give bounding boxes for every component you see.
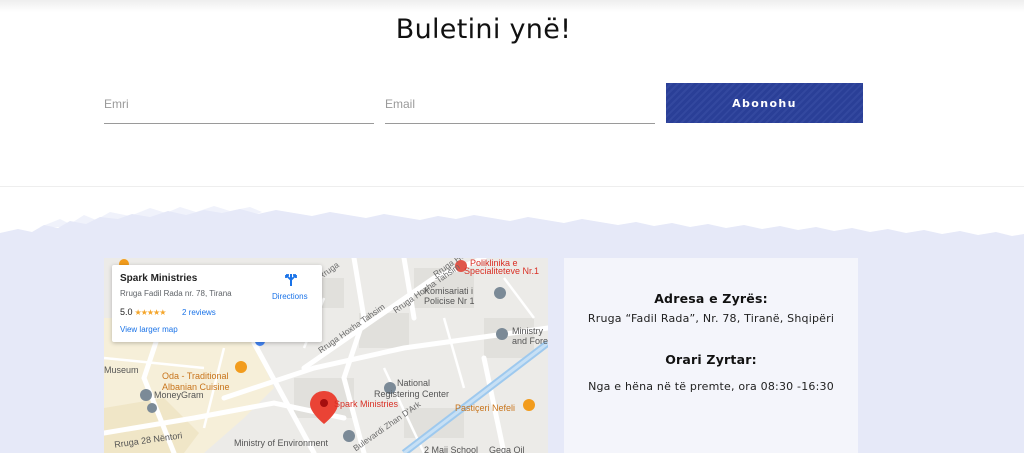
map-label-moneygram: MoneyGram bbox=[154, 390, 204, 400]
police-icon[interactable] bbox=[494, 287, 506, 299]
map-place-card: Spark Ministries Rruga Fadil Rada nr. 78… bbox=[112, 265, 322, 342]
map-label-ministry-environment: Ministry of Environment bbox=[234, 438, 329, 448]
rating-value: 5.0 bbox=[120, 307, 133, 317]
hours-heading: Orari Zyrtar: bbox=[665, 352, 757, 367]
map-label-ministry: Ministry bbox=[512, 326, 543, 336]
map-label-gega-oil: Gega Oil bbox=[489, 445, 525, 453]
pastry-shop-icon[interactable] bbox=[523, 399, 535, 411]
restaurant-icon[interactable] bbox=[235, 361, 247, 373]
address-text: Rruga “Fadil Rada”, Nr. 78, Tiranë, Shqi… bbox=[587, 312, 835, 325]
map-label-pasticeri: Pastiçeri Nefeli bbox=[455, 403, 516, 413]
place-rating: 5.0 ★★★★★ bbox=[120, 307, 167, 317]
newsletter-title: Buletini ynë! bbox=[395, 14, 572, 45]
subscribe-button[interactable]: Abonohu bbox=[666, 83, 863, 123]
map-label-national: National bbox=[397, 378, 431, 388]
directions-link[interactable]: Directions bbox=[272, 292, 308, 301]
top-shadow-band bbox=[0, 0, 1024, 12]
reviews-link[interactable]: 2 reviews bbox=[182, 308, 216, 317]
view-larger-map-link[interactable]: View larger map bbox=[120, 325, 178, 334]
place-name: Spark Ministries bbox=[120, 273, 198, 284]
name-field[interactable] bbox=[104, 90, 374, 124]
directions-icon[interactable] bbox=[284, 273, 298, 287]
map-label-museum: Museum bbox=[104, 365, 139, 375]
map-label-registering-center: Registering Center bbox=[374, 389, 450, 399]
map-label-oda: Oda - Traditional bbox=[162, 371, 229, 381]
name-input[interactable] bbox=[104, 90, 374, 123]
map-label-school: 2 Maji School bbox=[424, 445, 479, 453]
map-label-spark-ministries: Spark Ministries bbox=[334, 399, 399, 409]
ministry-environment-icon[interactable] bbox=[343, 430, 355, 442]
map-label-and-fore: and Fore bbox=[512, 336, 548, 346]
address-heading: Adresa e Zyrës: bbox=[654, 291, 768, 306]
email-input[interactable] bbox=[385, 90, 655, 123]
email-field[interactable] bbox=[385, 90, 655, 124]
moneygram-icon[interactable] bbox=[147, 403, 157, 413]
rating-stars: ★★★★★ bbox=[134, 308, 167, 317]
hours-text: Nga e hëna në të premte, ora 08:30 -16:3… bbox=[588, 380, 834, 393]
office-info-panel: Adresa e Zyrës: Rruga “Fadil Rada”, Nr. … bbox=[564, 258, 858, 453]
place-address: Rruga Fadil Rada nr. 78, Tirana bbox=[120, 289, 232, 298]
section-divider bbox=[0, 186, 1024, 187]
ministry-icon[interactable] bbox=[496, 328, 508, 340]
map-label-specialiteteve: Specialiteteve Nr.1 bbox=[464, 266, 540, 276]
map-label-policise: Policise Nr 1 bbox=[424, 296, 475, 306]
